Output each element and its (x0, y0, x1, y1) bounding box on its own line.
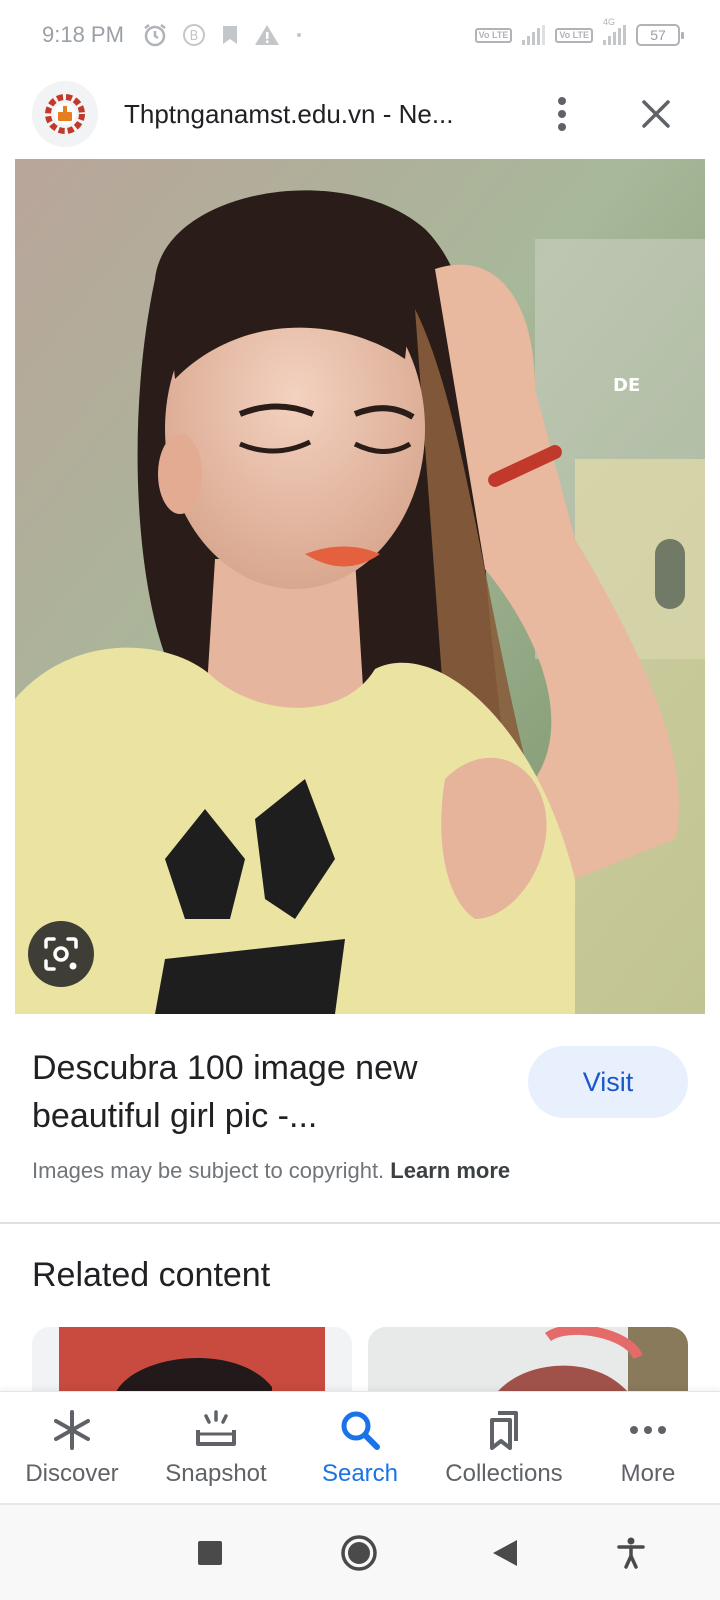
more-vert-icon (558, 97, 566, 131)
nav-item-snapshot[interactable]: Snapshot (144, 1392, 288, 1503)
copyright-text: Images may be subject to copyright. (32, 1158, 385, 1183)
lens-icon (44, 937, 78, 971)
close-button[interactable] (632, 90, 680, 138)
warning-icon (254, 24, 280, 46)
recents-button[interactable] (196, 1539, 224, 1567)
watermark-logo: DE (613, 375, 640, 396)
svg-text:B: B (189, 29, 198, 44)
bottom-navigation: Discover Snapshot Search Collections Mor… (0, 1391, 720, 1503)
nav-label: Search (321, 1459, 399, 1487)
accessibility-icon (617, 1537, 645, 1569)
lens-button[interactable] (28, 921, 94, 987)
dot-icon (294, 30, 304, 40)
nav-label: Snapshot (165, 1459, 267, 1487)
status-time: 9:18 PM (42, 22, 124, 47)
divider (0, 1222, 720, 1224)
visit-button[interactable]: Visit (528, 1046, 688, 1118)
close-icon (642, 100, 670, 128)
battery-level: 57 (650, 27, 666, 43)
nav-label: Discover (25, 1459, 119, 1487)
nav-item-search[interactable]: Search (288, 1392, 432, 1503)
search-icon (341, 1411, 380, 1450)
site-favicon[interactable] (32, 81, 98, 147)
learn-more-link[interactable]: Learn more (390, 1158, 510, 1183)
photo-illustration: DE (15, 159, 705, 1014)
nav-item-collections[interactable]: Collections (432, 1392, 576, 1503)
network-type-label: 4G (603, 17, 616, 27)
home-circle-icon (341, 1534, 377, 1571)
status-bar: 9:18 PM B Vo LTE Vo LTE 4G 57 (0, 0, 720, 70)
site-logo-icon (45, 94, 85, 134)
asterisk-icon (54, 1409, 90, 1450)
back-button[interactable] (491, 1538, 519, 1568)
related-content-heading: Related content (32, 1256, 271, 1294)
signal-icon (522, 25, 546, 45)
bitcoin-icon: B (182, 23, 206, 47)
accessibility-button[interactable] (616, 1537, 646, 1569)
nav-item-discover[interactable]: Discover (0, 1392, 144, 1503)
battery-icon: 57 (636, 24, 684, 46)
alarm-icon (142, 22, 168, 48)
more-horiz-icon (630, 1425, 666, 1434)
back-triangle-icon (493, 1539, 517, 1566)
copyright-notice: Images may be subject to copyright. Lear… (32, 1158, 510, 1184)
status-right: Vo LTE Vo LTE 4G 57 (474, 17, 684, 46)
signal-icon: 4G (603, 17, 626, 45)
more-options-button[interactable] (538, 90, 586, 138)
home-button[interactable] (339, 1533, 379, 1573)
result-image[interactable]: DE (15, 159, 705, 1014)
bookmark-icon (220, 24, 240, 46)
volte-badge-1: Vo LTE (474, 27, 513, 43)
result-title: Descubra 100 image new beautiful girl pi… (32, 1049, 418, 1135)
snapshot-icon (196, 1409, 236, 1446)
site-title[interactable]: Thptnganamst.edu.vn - Ne... (124, 99, 484, 130)
status-left: 9:18 PM B (42, 22, 304, 48)
image-viewer-header: Thptnganamst.edu.vn - Ne... (0, 70, 720, 158)
nav-item-more[interactable]: More (576, 1392, 720, 1503)
bookmarks-icon (490, 1410, 518, 1450)
volte-badge-2: Vo LTE (555, 27, 593, 43)
square-icon (198, 1540, 222, 1565)
system-navigation-bar (0, 1503, 720, 1600)
nav-label: More (620, 1459, 676, 1487)
nav-label: Collections (445, 1459, 563, 1487)
